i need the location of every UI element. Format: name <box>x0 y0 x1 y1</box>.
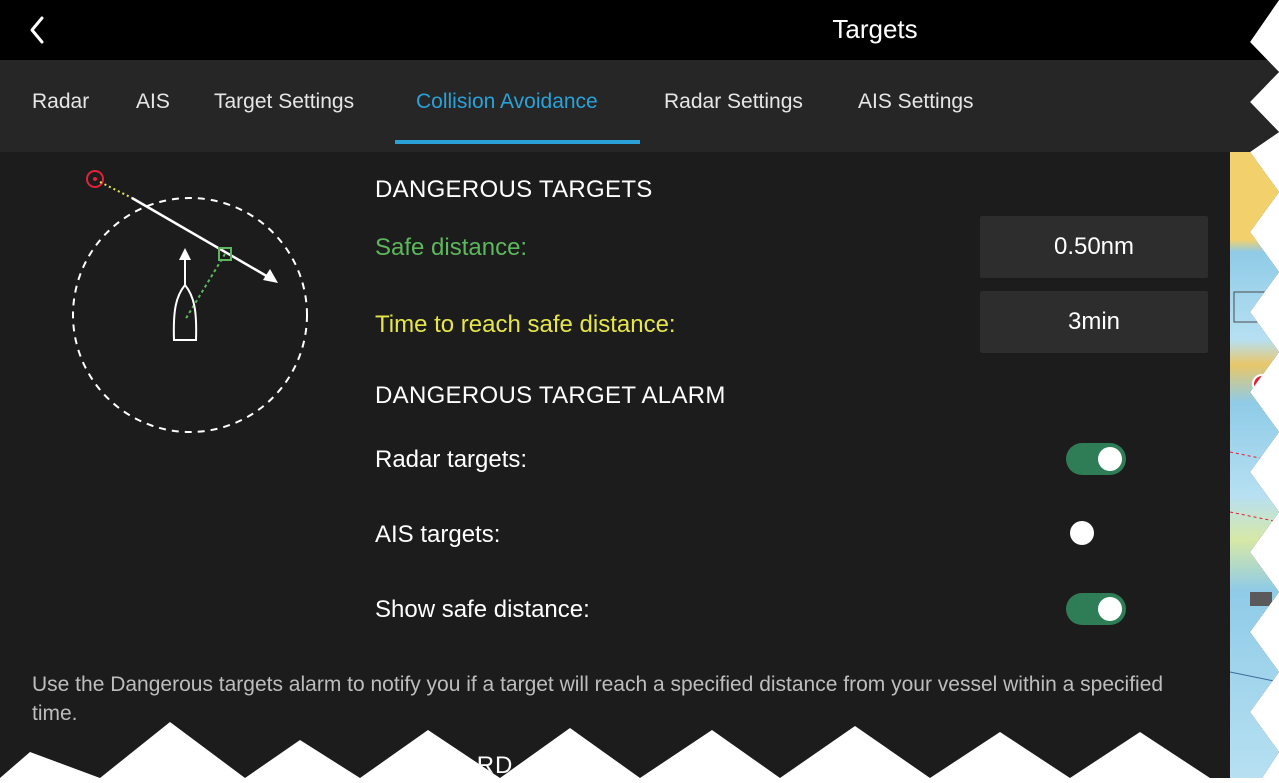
collision-avoidance-diagram <box>60 160 320 450</box>
toggle-knob <box>1070 521 1094 545</box>
tab-ais[interactable]: AIS <box>136 90 170 114</box>
tab-target-settings[interactable]: Target Settings <box>214 90 354 114</box>
cpa-line <box>184 253 226 321</box>
time-to-safe-distance-value[interactable]: 3min <box>980 291 1208 353</box>
show-safe-distance-toggle[interactable] <box>1066 593 1126 625</box>
dangerous-target-alarm-heading: DANGEROUS TARGET ALARM <box>375 382 726 409</box>
show-safe-distance-label: Show safe distance: <box>375 596 590 623</box>
ais-targets-label: AIS targets: <box>375 521 501 548</box>
radar-targets-toggle[interactable] <box>1066 443 1126 475</box>
tab-bar: Radar AIS Target Settings Collision Avoi… <box>0 60 1279 152</box>
time-to-safe-distance-label: Time to reach safe distance: <box>375 311 676 338</box>
targets-screen: Targets Radar AIS Target Settings Collis… <box>0 0 1279 778</box>
ais-targets-toggle[interactable] <box>1066 517 1126 549</box>
tab-radar-settings[interactable]: Radar Settings <box>664 90 803 114</box>
safe-distance-label: Safe distance: <box>375 234 528 261</box>
page-title: Targets <box>832 14 918 44</box>
chart-preview-strip <box>1229 152 1279 778</box>
toggle-knob <box>1098 597 1122 621</box>
back-button[interactable] <box>22 10 62 50</box>
partial-section-heading: DA RD AL A <box>412 752 605 779</box>
tab-radar[interactable]: Radar <box>32 90 89 114</box>
chevron-left-icon <box>30 16 44 44</box>
own-vessel-icon <box>172 283 198 341</box>
active-tab-indicator <box>395 140 640 144</box>
target-heading-vector <box>131 196 271 280</box>
tab-ais-settings[interactable]: AIS Settings <box>858 90 974 114</box>
dangerous-targets-heading: DANGEROUS TARGETS <box>375 176 653 203</box>
safe-distance-ring <box>72 197 308 433</box>
chart-marker-icon <box>1252 374 1272 394</box>
toggle-knob <box>1098 447 1122 471</box>
radar-targets-label: Radar targets: <box>375 446 528 473</box>
title-bar: Targets <box>0 0 1279 60</box>
help-text: Use the Dangerous targets alarm to notif… <box>32 673 1164 725</box>
target-past-track <box>99 181 133 199</box>
safe-distance-value[interactable]: 0.50nm <box>980 216 1208 278</box>
tab-collision-avoidance[interactable]: Collision Avoidance <box>416 90 598 114</box>
